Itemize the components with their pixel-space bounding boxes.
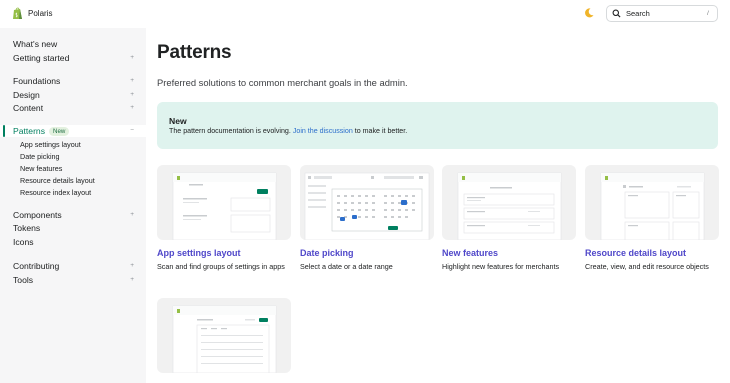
card-thumbnail (442, 165, 576, 240)
sidebar-item-icons[interactable]: Icons (13, 236, 133, 248)
sidebar-item-label: Contributing (13, 261, 60, 271)
card-description: Select a date or a date range (300, 262, 393, 271)
resource-index-preview-illustration (172, 305, 277, 373)
expand-icon[interactable]: + (130, 260, 134, 272)
card-title[interactable]: Date picking (300, 248, 434, 258)
pattern-card-date-picking[interactable]: Date picking Select a date or a date ran… (300, 165, 434, 272)
card-title[interactable]: App settings layout (157, 248, 291, 258)
sidebar-subitem-resource-details-layout[interactable]: Resource details layout (20, 176, 95, 186)
sidebar-item-label: Foundations (13, 76, 61, 86)
card-thumbnail (157, 298, 291, 373)
date-picking-preview-illustration (304, 172, 430, 240)
expand-icon[interactable]: + (130, 209, 134, 221)
sidebar-subitem-resource-index-layout[interactable]: Resource index layout (20, 188, 91, 198)
sidebar-item-tokens[interactable]: Tokens (13, 222, 133, 234)
card-title[interactable]: New features (442, 248, 576, 258)
search-label: Search (626, 9, 650, 18)
sidebar-subitem-date-picking[interactable]: Date picking (20, 152, 60, 162)
card-thumbnail (585, 165, 719, 240)
sidebar-item-patterns[interactable]: Patterns New − (13, 125, 134, 137)
card-description: Create, view, and edit resource objects (585, 262, 709, 271)
sidebar-item-label: Content (13, 103, 44, 113)
join-discussion-link[interactable]: Join the discussion (293, 127, 353, 135)
expand-icon[interactable]: + (130, 274, 134, 286)
page-title: Patterns (157, 42, 232, 63)
banner-title: New (169, 116, 187, 126)
sidebar-item-getting-started[interactable]: Getting started + (13, 52, 134, 64)
sidebar-item-foundations[interactable]: Foundations + (13, 75, 134, 87)
sidebar-item-label: Getting started (13, 53, 70, 63)
card-description: Scan and find groups of settings in apps (157, 262, 285, 271)
info-banner: New The pattern documentation is evolvin… (157, 102, 718, 149)
app-settings-preview-illustration (172, 172, 277, 240)
search-button[interactable]: Search / (606, 5, 718, 22)
sidebar-item-design[interactable]: Design + (13, 89, 134, 101)
expand-icon[interactable]: + (130, 75, 134, 87)
sidebar-item-label: Tokens (13, 223, 41, 233)
banner-text-before: The pattern documentation is evolving. (169, 127, 293, 135)
brand-name: Polaris (28, 9, 53, 18)
sidebar-item-tools[interactable]: Tools + (13, 274, 134, 286)
new-features-preview-illustration (457, 172, 562, 240)
sidebar-item-label: What's new (13, 39, 58, 49)
sidebar-subitem-new-features[interactable]: New features (20, 164, 62, 174)
top-bar: Polaris Search / (0, 0, 730, 28)
banner-text: The pattern documentation is evolving. J… (169, 127, 407, 135)
page-description: Preferred solutions to common merchant g… (157, 77, 408, 88)
sidebar-item-label: Patterns (13, 126, 46, 136)
sidebar-item-label: Tools (13, 275, 34, 285)
sidebar-item-content[interactable]: Content + (13, 102, 134, 114)
new-badge: New (49, 127, 70, 136)
expand-icon[interactable]: + (130, 52, 134, 64)
collapse-icon[interactable]: − (130, 125, 134, 137)
card-thumbnail (157, 165, 291, 240)
sidebar-item-label: Design (13, 90, 40, 100)
pattern-card-resource-index-layout[interactable] (157, 298, 291, 381)
sidebar-subitem-app-settings-layout[interactable]: App settings layout (20, 140, 81, 150)
card-title[interactable]: Resource details layout (585, 248, 719, 258)
sidebar-item-label: Icons (13, 237, 34, 247)
expand-icon[interactable]: + (130, 102, 134, 114)
sidebar-item-label: Components (13, 210, 62, 220)
card-thumbnail (300, 165, 434, 240)
brand-home-link[interactable]: Polaris (12, 7, 52, 20)
card-description: Highlight new features for merchants (442, 262, 560, 271)
pattern-card-app-settings-layout[interactable]: App settings layout Scan and find groups… (157, 165, 291, 272)
shopify-logo-icon (13, 7, 22, 19)
pattern-card-resource-details-layout[interactable]: Resource details layout Create, view, an… (585, 165, 719, 272)
pattern-card-new-features[interactable]: New features Highlight new features for … (442, 165, 576, 272)
expand-icon[interactable]: + (130, 89, 134, 101)
resource-details-preview-illustration (600, 172, 705, 240)
sidebar-item-whats-new[interactable]: What's new (13, 38, 133, 50)
active-nav-indicator (3, 125, 5, 137)
dark-mode-toggle-icon[interactable] (583, 7, 595, 19)
sidebar-item-components[interactable]: Components + (13, 209, 134, 221)
sidebar-nav: What's new Getting started + Foundations… (0, 28, 146, 383)
banner-text-after: to make it better. (352, 127, 408, 135)
search-shortcut-key: / (707, 11, 709, 17)
search-icon (612, 9, 621, 18)
sidebar-item-contributing[interactable]: Contributing + (13, 260, 134, 272)
